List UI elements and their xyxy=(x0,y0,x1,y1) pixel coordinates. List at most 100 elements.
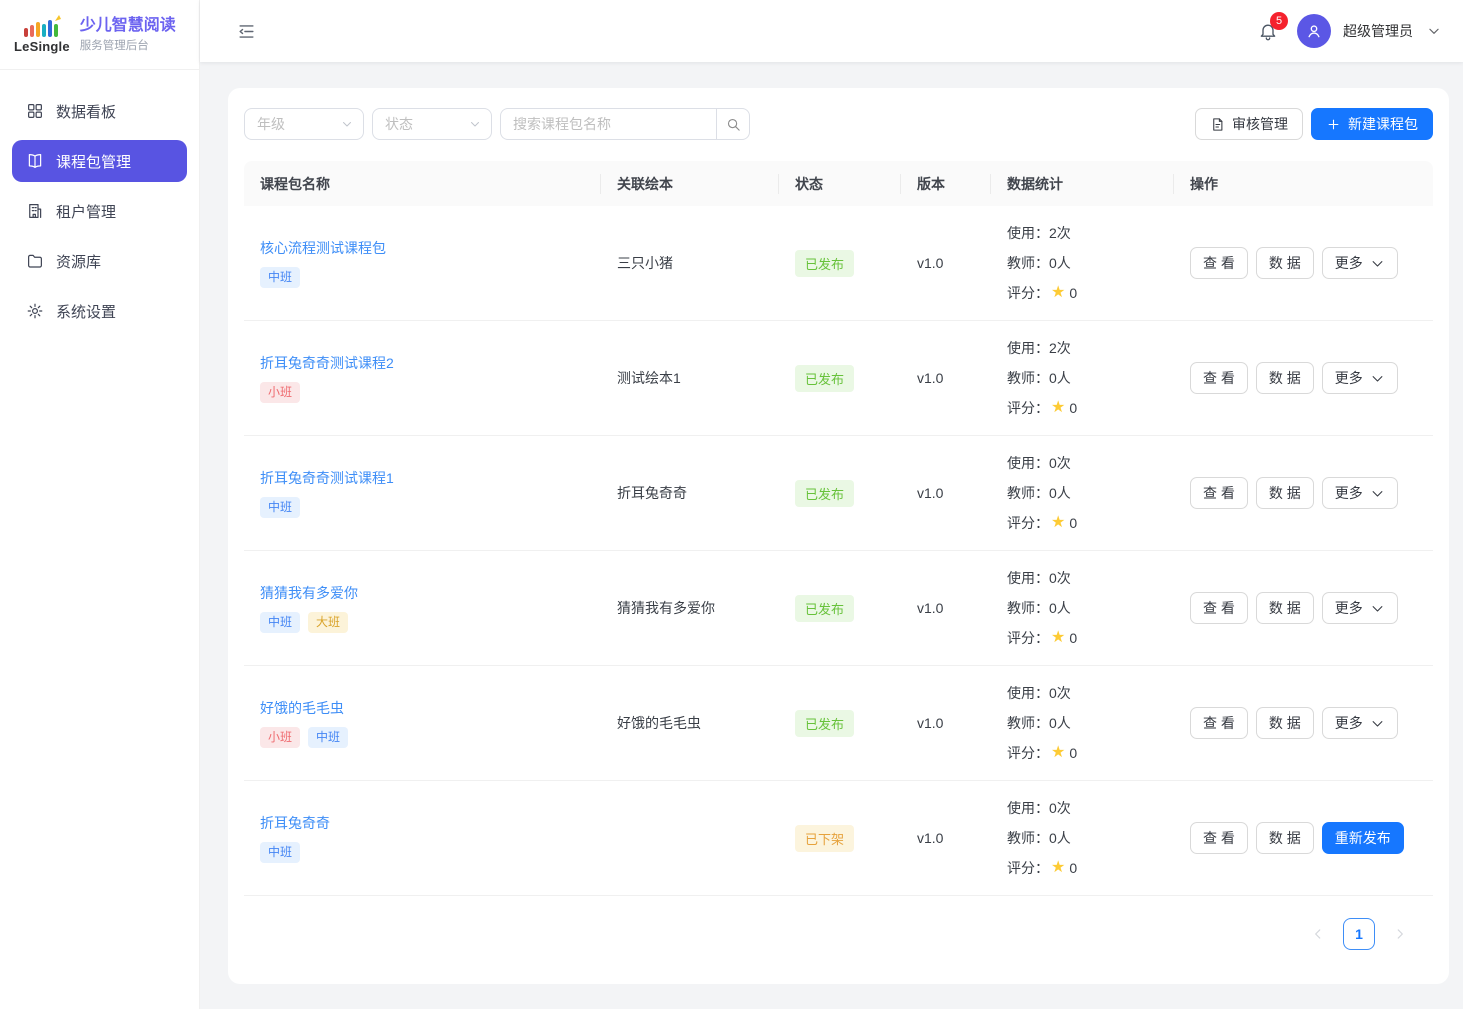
status-badge: 已下架 xyxy=(795,825,854,852)
cell-related-book: 测试绘本1 xyxy=(601,368,779,388)
logo-bars-icon xyxy=(22,15,62,39)
status-select[interactable]: 状态 xyxy=(372,108,492,140)
grade-tags: 中班 xyxy=(260,842,585,862)
sidebar-item-系统设置[interactable]: 系统设置 xyxy=(12,290,187,332)
sidebar-item-课程包管理[interactable]: 课程包管理 xyxy=(12,140,187,182)
package-name-link[interactable]: 好饿的毛毛虫 xyxy=(260,698,344,718)
create-course-package-label: 新建课程包 xyxy=(1348,114,1418,134)
create-course-package-button[interactable]: 新建课程包 xyxy=(1311,108,1433,140)
view-button[interactable]: 查 看 xyxy=(1190,707,1248,739)
plus-icon xyxy=(1326,117,1341,132)
cell-related-book: 折耳兔奇奇 xyxy=(601,483,779,503)
menu-fold-icon[interactable] xyxy=(232,17,260,45)
table-row: 折耳兔奇奇测试课程2 小班测试绘本1已发布v1.0使用：2次教师：0人评分：★0 查… xyxy=(244,321,1433,436)
cell-stats: 使用：2次教师：0人评分：★0 xyxy=(991,218,1174,308)
chevron-down-icon xyxy=(1370,601,1385,616)
stat-usage: 使用：2次 xyxy=(1007,333,1158,363)
data-button[interactable]: 数 据 xyxy=(1256,707,1314,739)
sidebar-item-资源库[interactable]: 资源库 xyxy=(12,240,187,282)
cell-operations: 查 看 数 据 更多 xyxy=(1174,247,1433,279)
cell-related-book: 猜猜我有多爱你 xyxy=(601,598,779,618)
sidebar-item-label: 资源库 xyxy=(56,251,101,272)
cell-operations: 查 看 数 据 重新发布 xyxy=(1174,822,1433,854)
data-button-label: 数 据 xyxy=(1269,828,1301,848)
chevron-down-icon xyxy=(1370,371,1385,386)
package-name-link[interactable]: 折耳兔奇奇 xyxy=(260,813,330,833)
rating-value: 0 xyxy=(1069,738,1077,768)
pagination-page-1[interactable]: 1 xyxy=(1343,918,1375,950)
rating-value: 0 xyxy=(1069,623,1077,653)
data-button[interactable]: 数 据 xyxy=(1256,477,1314,509)
grade-tags: 小班 xyxy=(260,382,585,402)
data-button[interactable]: 数 据 xyxy=(1256,822,1314,854)
data-button-label: 数 据 xyxy=(1269,253,1301,273)
view-button[interactable]: 查 看 xyxy=(1190,822,1248,854)
audit-management-button[interactable]: 审核管理 xyxy=(1195,108,1303,140)
cell-package-name: 猜猜我有多爱你中班大班 xyxy=(244,583,601,632)
data-button[interactable]: 数 据 xyxy=(1256,362,1314,394)
star-icon: ★ xyxy=(1051,860,1065,876)
cell-operations: 查 看数 据更多 xyxy=(1174,592,1433,624)
grade-tags: 中班 xyxy=(260,267,585,287)
more-button[interactable]: 更多 xyxy=(1322,592,1398,624)
package-name-link[interactable]: 折耳兔奇奇测试课程2 xyxy=(260,353,394,373)
user-name[interactable]: 超级管理员 xyxy=(1343,21,1413,41)
cell-package-name: 折耳兔奇奇测试课程2 小班 xyxy=(244,353,601,402)
grade-select[interactable]: 年级 xyxy=(244,108,364,140)
column-header-stats: 数据统计 xyxy=(991,174,1174,194)
package-name-link[interactable]: 折耳兔奇奇测试课程1 xyxy=(260,468,394,488)
status-badge: 已发布 xyxy=(795,250,854,277)
rating-value: 0 xyxy=(1069,393,1077,423)
data-button[interactable]: 数 据 xyxy=(1256,247,1314,279)
view-button[interactable]: 查 看 xyxy=(1190,362,1248,394)
chevron-down-icon xyxy=(1370,716,1385,731)
republish-button[interactable]: 重新发布 xyxy=(1322,822,1404,854)
chevron-down-icon[interactable] xyxy=(1427,24,1441,38)
star-icon: ★ xyxy=(1051,745,1065,761)
grade-tag: 中班 xyxy=(260,612,300,632)
package-name-link[interactable]: 核心流程测试课程包 xyxy=(260,238,386,258)
notification-badge: 5 xyxy=(1270,12,1288,30)
notification-bell-icon[interactable]: 5 xyxy=(1253,16,1283,46)
pagination-next-icon[interactable] xyxy=(1393,927,1407,941)
cell-package-name: 折耳兔奇奇中班 xyxy=(244,813,601,862)
cell-status: 已发布 xyxy=(779,365,901,392)
column-header-version: 版本 xyxy=(901,174,991,194)
brand-logo: LeSingle xyxy=(14,15,70,54)
topbar-right: 5 超级管理员 xyxy=(1253,14,1441,48)
status-badge: 已发布 xyxy=(795,710,854,737)
column-header-name: 课程包名称 xyxy=(244,174,601,194)
more-button[interactable]: 更多 xyxy=(1322,707,1398,739)
view-button-label: 查 看 xyxy=(1203,483,1235,503)
sidebar-item-租户管理[interactable]: 租户管理 xyxy=(12,190,187,232)
grade-tag: 中班 xyxy=(260,842,300,862)
grade-tags: 中班大班 xyxy=(260,612,585,632)
sidebar-item-数据看板[interactable]: 数据看板 xyxy=(12,90,187,132)
pagination-prev-icon[interactable] xyxy=(1311,927,1325,941)
chevron-down-icon xyxy=(1370,256,1385,271)
package-name-link[interactable]: 猜猜我有多爱你 xyxy=(260,583,358,603)
view-button-label: 查 看 xyxy=(1203,828,1235,848)
stat-usage: 使用：0次 xyxy=(1007,563,1158,593)
table-row: 折耳兔奇奇测试课程1中班折耳兔奇奇已发布v1.0使用：0次教师：0人评分：★0查… xyxy=(244,436,1433,551)
avatar[interactable] xyxy=(1297,14,1331,48)
more-button[interactable]: 更多 xyxy=(1322,477,1398,509)
cell-stats: 使用：0次教师：0人评分：★0 xyxy=(991,563,1174,653)
view-button[interactable]: 查 看 xyxy=(1190,477,1248,509)
cell-stats: 使用：2次教师：0人评分：★0 xyxy=(991,333,1174,423)
search-button[interactable] xyxy=(716,108,750,140)
view-button[interactable]: 查 看 xyxy=(1190,592,1248,624)
data-button[interactable]: 数 据 xyxy=(1256,592,1314,624)
search-input[interactable] xyxy=(500,108,716,140)
column-header-book: 关联绘本 xyxy=(601,174,779,194)
brand-text: 少儿智慧阅读 服务管理后台 xyxy=(80,16,176,53)
more-button[interactable]: 更多 xyxy=(1322,362,1398,394)
sidebar-nav: 数据看板课程包管理租户管理资源库系统设置 xyxy=(0,70,199,340)
stat-teachers: 教师：0人 xyxy=(1007,248,1158,278)
more-button[interactable]: 更多 xyxy=(1322,247,1398,279)
table-row: 好饿的毛毛虫小班中班好饿的毛毛虫已发布v1.0使用：0次教师：0人评分：★0查 … xyxy=(244,666,1433,781)
stat-rating: 评分：★0 xyxy=(1007,393,1158,423)
cell-version: v1.0 xyxy=(901,370,991,386)
sidebar-item-label: 租户管理 xyxy=(56,201,116,222)
view-button[interactable]: 查 看 xyxy=(1190,247,1248,279)
